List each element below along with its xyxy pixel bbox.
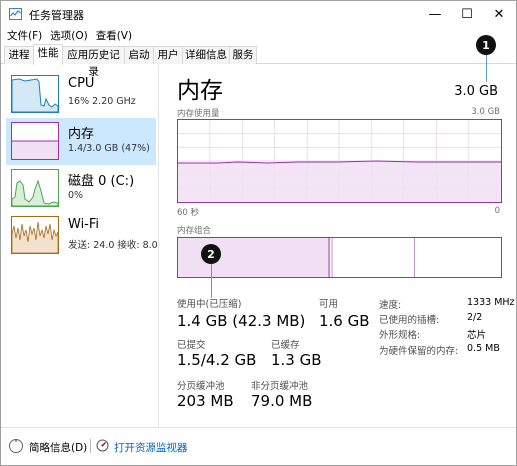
paged-pool-label: 分页缓冲池 (177, 381, 225, 392)
committed-label: 已提交 (177, 340, 206, 351)
nonpaged-pool-label: 非分页缓冲池 (251, 381, 309, 392)
memory-composition-bar (177, 237, 502, 278)
close-button[interactable]: ✕ (479, 1, 517, 28)
tab-startup[interactable]: 启动 (124, 46, 154, 64)
memory-capacity: 3.0 GB (454, 84, 498, 99)
open-resource-monitor-link[interactable]: 打开资源监视器 (114, 440, 188, 455)
resource-cpu[interactable]: CPU 16% 2.20 GHz (6, 71, 156, 118)
footer-bar: ˄ 简略信息(D) 打开资源监视器 (1, 427, 516, 465)
resource-wifi-name: Wi-Fi (68, 217, 100, 232)
resource-disk-name: 磁盘 0 (C:) (68, 174, 135, 189)
hardware-reserved-value: 0.5 MB (467, 343, 500, 354)
cpu-graph-icon (11, 75, 59, 113)
tab-users[interactable]: 用户 (153, 46, 183, 64)
slots-value: 2/2 (467, 312, 483, 323)
annotation-marker-1: 1 (476, 35, 496, 55)
menu-view[interactable]: 查看(V) (92, 28, 136, 46)
available-value: 1.6 GB (319, 312, 370, 330)
usage-graph-label: 内存使用量 (177, 109, 220, 119)
paged-pool-value: 203 MB (177, 392, 234, 410)
resource-disk-detail: 0% (68, 190, 84, 201)
committed-value: 1.5/4.2 GB (177, 351, 257, 369)
resource-cpu-name: CPU (68, 76, 95, 91)
resource-list: CPU 16% 2.20 GHz 内存 1.4/3.0 GB (47%) 磁盘 … (1, 65, 158, 427)
resource-disk[interactable]: 磁盘 0 (C:) 0% (6, 165, 156, 212)
resource-memory-name: 内存 (68, 127, 95, 142)
graph-time-left: 60 秒 (177, 208, 200, 218)
marker-2-leader (211, 263, 212, 298)
memory-graph-icon (11, 122, 59, 160)
fewer-details-link[interactable]: 简略信息(D) (29, 440, 87, 455)
disk-graph-icon (11, 169, 59, 207)
usage-graph-max: 3.0 GB (471, 107, 500, 117)
speed-value: 1333 MHz (467, 297, 515, 308)
form-factor-value: 芯片 (467, 330, 487, 341)
nonpaged-pool-value: 79.0 MB (251, 392, 313, 410)
in-use-value: 1.4 GB (42.3 MB) (177, 312, 306, 330)
footer-divider (90, 439, 91, 453)
memory-usage-graph (177, 119, 502, 203)
tab-app-history[interactable]: 应用历史记录 (62, 46, 125, 78)
composition-label: 内存组合 (177, 226, 212, 236)
tab-services[interactable]: 服务 (229, 46, 257, 64)
tab-processes[interactable]: 进程 (4, 46, 34, 64)
annotation-marker-2: 2 (201, 244, 221, 264)
cached-value: 1.3 GB (271, 351, 322, 369)
wifi-graph-icon (11, 216, 59, 254)
tab-details[interactable]: 详细信息 (182, 46, 230, 64)
resource-memory-detail: 1.4/3.0 GB (47%) (68, 143, 150, 154)
chevron-up-icon[interactable]: ˄ (9, 439, 23, 453)
pane-divider (158, 65, 159, 427)
tab-performance[interactable]: 性能 (33, 44, 63, 65)
resource-cpu-detail: 16% 2.20 GHz (68, 96, 136, 107)
task-manager-window: 任务管理器 — ☐ ✕ 文件(F) 选项(O) 查看(V) 进程 性能 应用历史… (0, 0, 517, 466)
resource-memory[interactable]: 内存 1.4/3.0 GB (47%) (6, 118, 156, 165)
speed-label: 速度: (379, 300, 402, 311)
hardware-reserved-label: 为硬件保留的内存: (379, 346, 459, 357)
available-label: 可用 (319, 299, 339, 310)
graph-time-right: 0 (494, 206, 500, 216)
page-title: 内存 (177, 78, 223, 104)
marker-1-leader (486, 54, 487, 82)
form-factor-label: 外形规格: (379, 330, 421, 341)
menu-bar: 文件(F) 选项(O) 查看(V) (1, 28, 136, 46)
window-title: 任务管理器 (29, 9, 84, 22)
slots-label: 已使用的插槽: (379, 315, 440, 326)
title-bar[interactable]: 任务管理器 — ☐ ✕ (1, 1, 516, 28)
task-manager-app-icon (9, 8, 22, 20)
resource-monitor-icon[interactable] (96, 439, 109, 452)
in-use-label: 使用中(已压缩) (177, 299, 242, 310)
tab-bar: 进程 性能 应用历史记录 启动 用户 详细信息 服务 (1, 44, 516, 78)
cached-label: 已缓存 (271, 340, 300, 351)
resource-wifi[interactable]: Wi-Fi 发送: 24.0 接收: 8.0 (6, 212, 158, 259)
resource-wifi-detail: 发送: 24.0 接收: 8.0 (68, 240, 158, 251)
